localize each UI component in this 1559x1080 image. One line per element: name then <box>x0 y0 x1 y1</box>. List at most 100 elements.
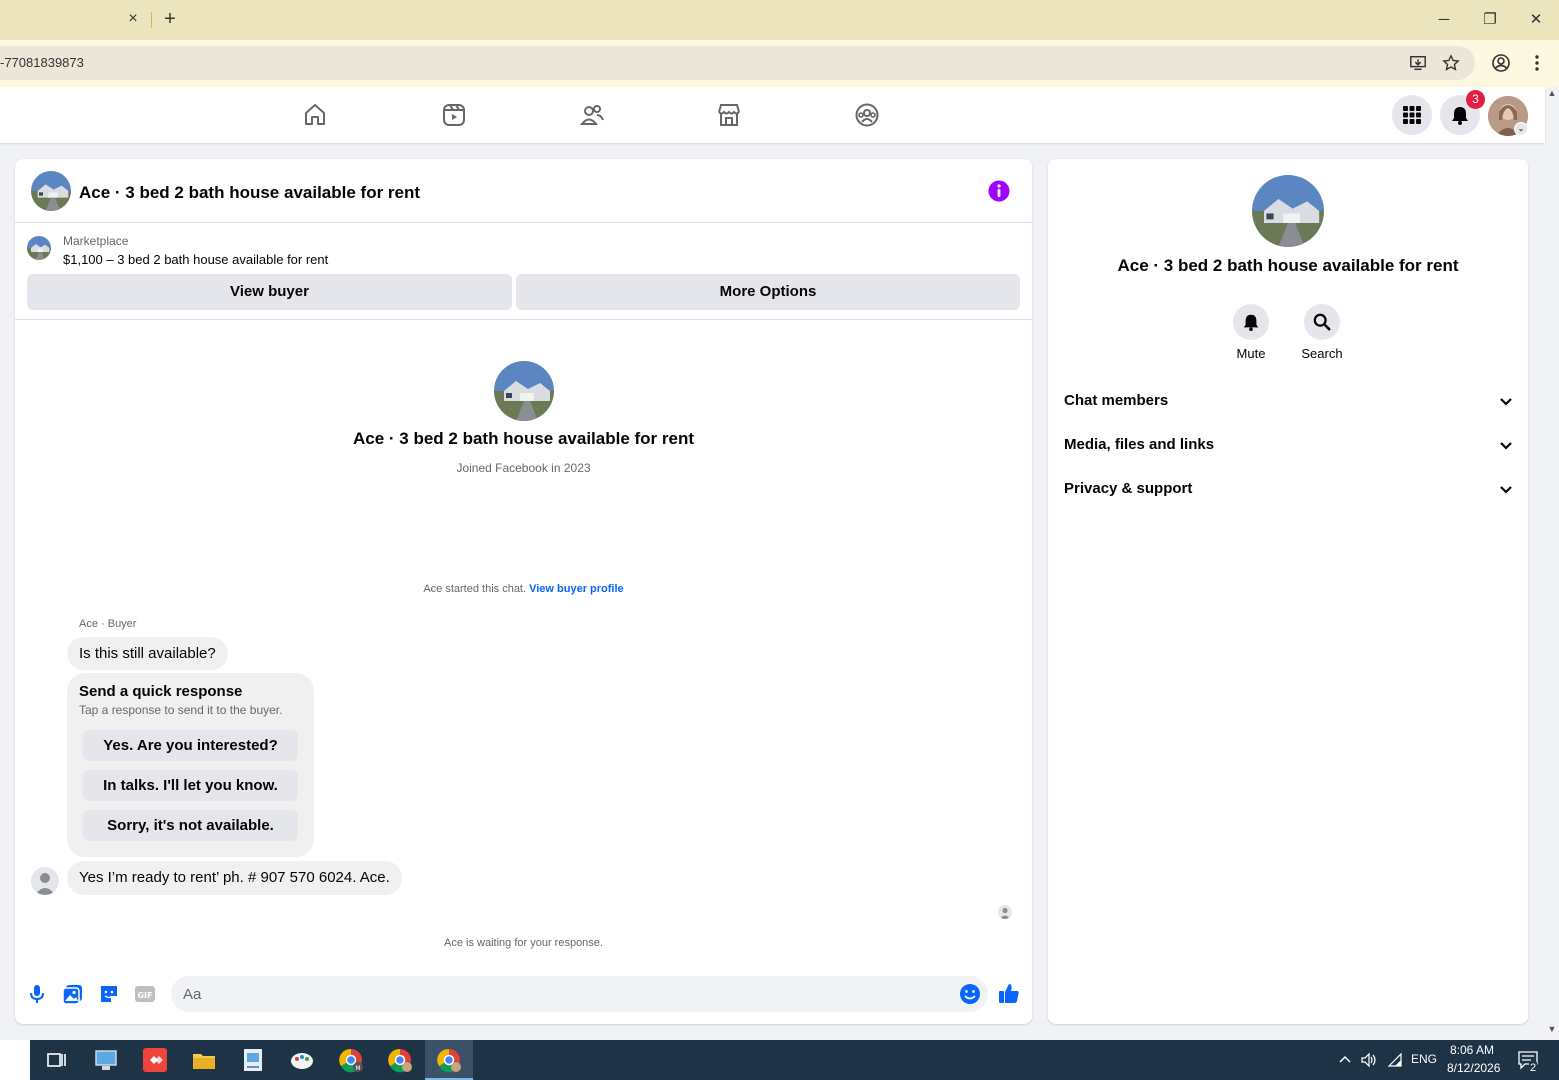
info-icon[interactable] <box>988 180 1010 202</box>
chat-avatar[interactable] <box>31 171 71 211</box>
start-area[interactable] <box>0 1040 30 1080</box>
more-options-button[interactable]: More Options <box>516 274 1020 310</box>
quick-response-button[interactable]: Yes. Are you interested? <box>83 730 298 761</box>
listing-thumbnail[interactable] <box>27 236 51 260</box>
microphone-icon[interactable] <box>26 983 48 1005</box>
url-text[interactable]: -77081839873 <box>0 55 84 70</box>
house-photo-small <box>27 236 51 260</box>
intro-joined: Joined Facebook in 2023 <box>456 461 591 475</box>
view-buyer-profile-link[interactable]: View buyer profile <box>529 583 624 595</box>
house-photo-details <box>1252 175 1324 247</box>
listing-price-title[interactable]: $1,100 – 3 bed 2 bath house available fo… <box>63 252 328 267</box>
house-photo-large <box>494 361 554 421</box>
mute-button[interactable]: Mute <box>1215 304 1287 361</box>
tab-separator <box>151 12 152 28</box>
chrome-profile-icon[interactable] <box>386 1046 414 1074</box>
volume-icon[interactable] <box>1360 1052 1378 1068</box>
wifi-icon[interactable] <box>1387 1052 1403 1068</box>
emoji-icon[interactable] <box>959 983 981 1005</box>
install-app-icon[interactable] <box>1409 54 1427 72</box>
account-caret-icon[interactable]: ⌄ <box>1514 122 1528 136</box>
profile-icon[interactable] <box>1491 53 1511 73</box>
menu-button[interactable] <box>1392 95 1432 135</box>
waiting-notice: Ace is waiting for your response. <box>444 937 603 949</box>
quick-response-button[interactable]: Sorry, it's not available. <box>83 810 298 841</box>
person-icon <box>35 873 55 895</box>
close-window-button[interactable]: ✕ <box>1526 10 1546 30</box>
windows-taskbar: M ENG 8:06 AM 8/12/2026 2 <box>0 1040 1559 1080</box>
minimize-button[interactable]: ─ <box>1434 10 1454 30</box>
chat-started-text: Ace started this chat. <box>423 583 527 595</box>
home-icon[interactable] <box>302 102 328 128</box>
image-viewer-icon[interactable] <box>239 1046 267 1074</box>
grid-menu-icon <box>1403 106 1421 124</box>
quick-response-title: Send a quick response <box>79 683 243 700</box>
browser-menu-icon[interactable] <box>1527 53 1547 73</box>
action-center-count: 2 <box>1529 1062 1538 1074</box>
notification-badge: 3 <box>1466 90 1485 109</box>
gif-icon[interactable]: GIF <box>134 983 156 1005</box>
search-button[interactable]: Search <box>1286 304 1358 361</box>
search-circle[interactable] <box>1304 304 1340 340</box>
svg-text:M: M <box>355 1065 360 1072</box>
marketplace-label: Marketplace <box>63 234 129 248</box>
computer-app-icon[interactable] <box>92 1046 120 1074</box>
chevron-down-icon <box>1500 442 1512 450</box>
chrome-profile-m-icon[interactable]: M <box>337 1046 365 1074</box>
chat-members-row[interactable]: Chat members <box>1064 386 1514 416</box>
search-label: Search <box>1301 346 1343 361</box>
buyer-avatar[interactable] <box>31 867 59 895</box>
sticker-icon[interactable] <box>98 983 120 1005</box>
scroll-down-arrow[interactable]: ▼ <box>1545 1024 1559 1038</box>
search-icon <box>1313 313 1331 331</box>
groups-icon[interactable] <box>854 102 880 128</box>
omnibox[interactable]: -77081839873 <box>0 46 1475 80</box>
anydesk-icon[interactable] <box>141 1046 169 1074</box>
details-title: Ace · 3 bed 2 bath house available for r… <box>1117 256 1459 275</box>
details-avatar[interactable] <box>1252 175 1324 247</box>
read-receipt-icon <box>1000 907 1010 919</box>
like-thumb-icon[interactable] <box>998 982 1020 1004</box>
bell-mute-icon <box>1243 314 1259 331</box>
media-files-links-row[interactable]: Media, files and links <box>1064 430 1514 460</box>
chrome-active-icon[interactable] <box>435 1046 463 1074</box>
intro-avatar <box>494 361 554 421</box>
mute-circle[interactable] <box>1233 304 1269 340</box>
task-view-icon[interactable] <box>42 1046 70 1074</box>
scroll-up-arrow[interactable]: ▲ <box>1545 88 1559 102</box>
view-buyer-button[interactable]: View buyer <box>27 274 512 310</box>
row-label: Media, files and links <box>1064 436 1215 453</box>
paint-app-icon[interactable] <box>288 1046 316 1074</box>
row-label: Chat members <box>1064 392 1169 409</box>
chat-header: Ace · 3 bed 2 bath house available for r… <box>15 159 1032 223</box>
chat-started-notice: Ace started this chat. View buyer profil… <box>15 583 1032 595</box>
marketplace-icon[interactable] <box>716 102 742 128</box>
message-bubble[interactable]: Is this still available? <box>67 637 228 670</box>
bookmark-star-icon[interactable] <box>1442 54 1460 72</box>
restore-button[interactable]: ❐ <box>1480 10 1500 30</box>
mute-label: Mute <box>1236 346 1266 361</box>
seen-avatar <box>998 905 1012 919</box>
clock-time[interactable]: 8:06 AM <box>1450 1043 1494 1057</box>
chat-title[interactable]: Ace · 3 bed 2 bath house available for r… <box>79 183 420 203</box>
chat-details-panel: Ace · 3 bed 2 bath house available for r… <box>1048 159 1528 1024</box>
divider <box>15 319 1032 320</box>
bell-icon <box>1452 107 1468 125</box>
sender-label: Ace · Buyer <box>79 618 137 630</box>
new-tab-button[interactable]: + <box>160 9 180 29</box>
tab-close-icon[interactable]: × <box>124 10 142 28</box>
chevron-down-icon <box>1500 486 1512 494</box>
clock-date[interactable]: 8/12/2026 <box>1447 1061 1500 1075</box>
tray-chevron-up-icon[interactable] <box>1338 1053 1352 1067</box>
privacy-support-row[interactable]: Privacy & support <box>1064 474 1514 504</box>
video-icon[interactable] <box>441 102 467 128</box>
message-bubble[interactable]: Yes I’m ready to rent’ ph. # 907 570 602… <box>67 861 402 895</box>
quick-response-button[interactable]: In talks. I'll let you know. <box>83 770 298 801</box>
photo-icon[interactable] <box>62 983 84 1005</box>
chevron-down-icon <box>1500 398 1512 406</box>
house-photo <box>31 171 71 211</box>
friends-icon[interactable] <box>579 102 605 128</box>
message-input[interactable] <box>171 976 988 1012</box>
file-explorer-icon[interactable] <box>190 1046 218 1074</box>
language-indicator[interactable]: ENG <box>1411 1052 1437 1066</box>
